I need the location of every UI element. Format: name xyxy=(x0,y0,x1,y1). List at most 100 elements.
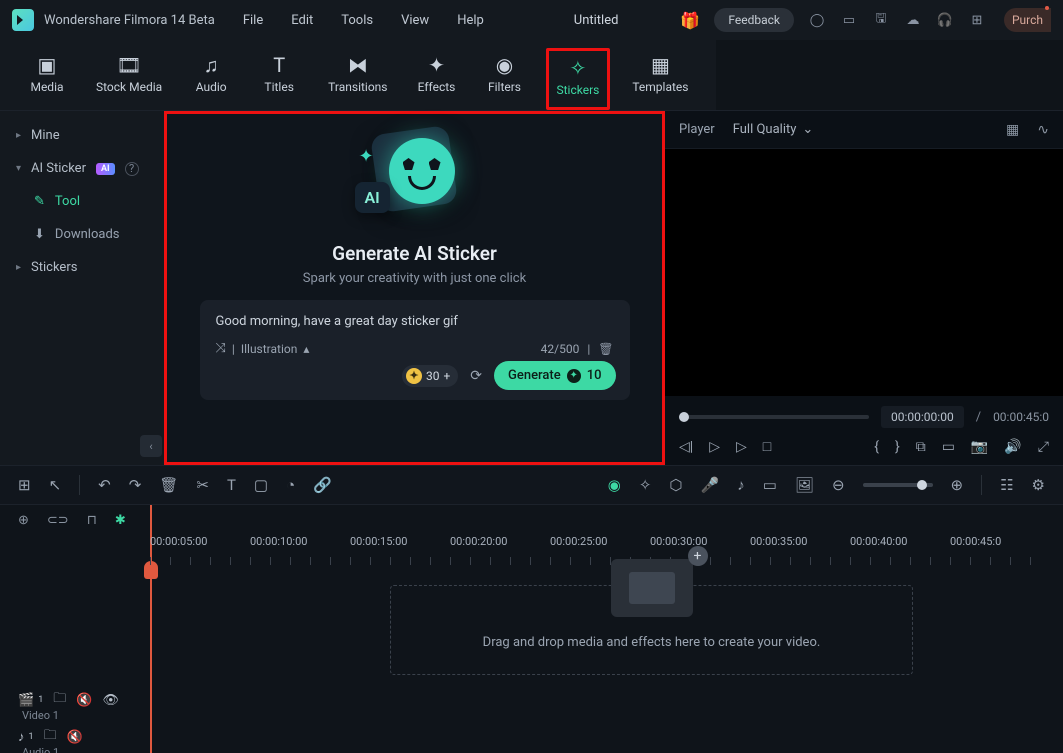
link-icon[interactable]: 🔗 xyxy=(313,476,332,494)
zoom-slider[interactable] xyxy=(863,483,933,487)
sidebar-item-tool[interactable]: ✎Tool xyxy=(0,185,164,218)
text-icon[interactable]: T xyxy=(227,476,236,494)
copilot-icon[interactable]: ◉ xyxy=(608,476,621,494)
zoom-out-icon[interactable]: ⊖ xyxy=(832,476,845,494)
apps-icon[interactable]: ⊞ xyxy=(968,11,986,29)
cut-icon[interactable]: ✂ xyxy=(196,476,209,494)
prompt-box: Good morning, have a great day sticker g… xyxy=(200,300,630,400)
menu-help[interactable]: Help xyxy=(457,13,484,28)
sidebar-item-downloads[interactable]: ⬇Downloads xyxy=(0,218,164,251)
filters-icon: ◉ xyxy=(496,54,513,76)
mark-in-icon[interactable]: { xyxy=(874,439,879,455)
next-frame-button[interactable]: ▷ xyxy=(736,439,747,455)
shuffle-icon[interactable]: ⤨ xyxy=(216,341,226,356)
mic-icon[interactable]: 🎤 xyxy=(701,476,720,494)
chevron-down-icon: ▾ xyxy=(16,163,21,174)
pointer-icon[interactable]: ↖ xyxy=(49,476,62,494)
refresh-icon[interactable]: ⟳ xyxy=(470,368,482,384)
snapshot-icon[interactable]: 📷 xyxy=(971,439,988,455)
title-bar: Wondershare Filmora 14 Beta File Edit To… xyxy=(0,0,1063,40)
mute-icon[interactable]: 🔇 xyxy=(67,730,83,745)
undo-icon[interactable]: ↶ xyxy=(98,476,111,494)
monitor-icon[interactable]: ▭ xyxy=(942,439,955,455)
main-area: ▸Mine ▾AI StickerAI? ✎Tool ⬇Downloads ▸S… xyxy=(0,111,1063,465)
help-icon[interactable]: ? xyxy=(125,162,139,176)
sidebar-item-ai-sticker[interactable]: ▾AI StickerAI? xyxy=(0,152,164,185)
settings-icon[interactable]: ⚙ xyxy=(1032,476,1045,494)
wand-icon: ✎ xyxy=(34,194,45,209)
plus-icon: + xyxy=(688,546,708,566)
preview-viewport[interactable] xyxy=(665,149,1063,396)
generate-button[interactable]: Generate✦10 xyxy=(494,361,615,390)
tab-effects[interactable]: ✦Effects xyxy=(410,48,464,110)
timeline-drop-zone[interactable]: + Drag and drop media and effects here t… xyxy=(390,585,913,675)
zoom-in-icon[interactable]: ⊕ xyxy=(951,476,964,494)
timeline-ruler[interactable]: 00:00:05:00 00:00:10:00 00:00:15:00 00:0… xyxy=(150,535,1063,565)
generator-title: Generate AI Sticker xyxy=(332,242,497,265)
sidebar-item-mine[interactable]: ▸Mine xyxy=(0,119,164,152)
feedback-button[interactable]: Feedback xyxy=(714,8,794,32)
waveform-icon[interactable]: ∿ xyxy=(1037,122,1049,138)
folder-icon[interactable]: 🗀 xyxy=(44,726,57,748)
crop-icon[interactable]: ⧉ xyxy=(916,439,926,455)
menu-view[interactable]: View xyxy=(401,13,429,28)
style-selector[interactable]: ⤨ | Illustration ▴ xyxy=(216,341,310,356)
prompt-input[interactable]: Good morning, have a great day sticker g… xyxy=(216,314,614,329)
shield-icon[interactable]: ⬡ xyxy=(669,476,682,494)
add-track-icon[interactable]: ⊕ xyxy=(18,513,29,528)
list-icon[interactable]: ☷ xyxy=(1000,476,1013,494)
tab-transitions[interactable]: ⧓Transitions xyxy=(320,48,395,110)
tab-audio[interactable]: ♫Audio xyxy=(184,48,238,110)
trash-icon[interactable]: 🗑 xyxy=(598,342,613,356)
crop-tool-icon[interactable]: ▢ xyxy=(254,476,268,494)
layout-icon[interactable]: ⊞ xyxy=(18,476,31,494)
document-title: Untitled xyxy=(512,13,681,28)
folder-icon[interactable]: 🗀 xyxy=(53,689,66,711)
tab-stickers[interactable]: ✧Stickers xyxy=(546,48,611,110)
tab-templates[interactable]: ▦Templates xyxy=(624,48,696,110)
sidebar-collapse-button[interactable]: ‹ xyxy=(140,435,162,457)
grid-icon[interactable]: ▦ xyxy=(1006,122,1019,138)
chevron-up-icon: ▴ xyxy=(303,342,309,356)
link-tracks-icon[interactable]: ⊂⊃ xyxy=(47,513,69,528)
gift-icon[interactable]: 🎁 xyxy=(680,11,700,30)
sidebar-item-stickers[interactable]: ▸Stickers xyxy=(0,251,164,284)
preview-tab-player[interactable]: Player xyxy=(679,122,715,137)
adjust-icon[interactable]: ▭ xyxy=(763,476,777,494)
magnet-icon[interactable]: ⊓ xyxy=(87,513,97,528)
visibility-icon[interactable]: 👁 xyxy=(102,693,119,708)
speed-icon[interactable]: ◔ xyxy=(286,476,295,494)
headphones-icon[interactable]: 🎧 xyxy=(936,11,954,29)
save-icon[interactable]: 🖫 xyxy=(872,11,890,29)
mute-icon[interactable]: 🔇 xyxy=(76,693,92,708)
credit-coin-icon: ✦ xyxy=(406,368,422,384)
expand-icon[interactable]: ⤢ xyxy=(1038,439,1049,455)
preview-progress[interactable] xyxy=(679,415,869,419)
image-icon[interactable]: 🖼 xyxy=(795,476,814,494)
tab-media[interactable]: ▣Media xyxy=(20,48,74,110)
menu-edit[interactable]: Edit xyxy=(291,13,313,28)
auto-icon[interactable]: ✱ xyxy=(115,513,126,528)
track-label-audio: Audio 1 xyxy=(4,746,1063,753)
cloud-icon[interactable]: ☁ xyxy=(904,11,922,29)
purchase-button[interactable]: Purch xyxy=(1004,8,1051,32)
media-tabs-row: ▣Media 🎞Stock Media ♫Audio TTitles ⧓Tran… xyxy=(0,40,1063,111)
music-icon[interactable]: ♪ xyxy=(737,476,745,494)
prev-frame-button[interactable]: ◁| xyxy=(679,439,693,455)
mark-out-icon[interactable]: } xyxy=(895,439,900,455)
marker-icon[interactable]: ✧ xyxy=(639,476,652,494)
quality-selector[interactable]: Full Quality⌄ xyxy=(733,122,814,137)
redo-icon[interactable]: ↷ xyxy=(129,476,142,494)
tab-stock-media[interactable]: 🎞Stock Media xyxy=(88,48,170,110)
menu-file[interactable]: File xyxy=(243,13,263,28)
tab-filters[interactable]: ◉Filters xyxy=(478,48,532,110)
credits-pill[interactable]: ✦30+ xyxy=(402,365,458,387)
record-icon[interactable]: ◯ xyxy=(808,11,826,29)
menu-tools[interactable]: Tools xyxy=(341,13,373,28)
tab-titles[interactable]: TTitles xyxy=(252,48,306,110)
delete-icon[interactable]: 🗑 xyxy=(159,476,178,494)
volume-icon[interactable]: 🔊 xyxy=(1004,439,1021,455)
display-icon[interactable]: ▭ xyxy=(840,11,858,29)
play-button[interactable]: ▷ xyxy=(709,439,720,455)
stop-button[interactable]: □ xyxy=(763,438,771,455)
